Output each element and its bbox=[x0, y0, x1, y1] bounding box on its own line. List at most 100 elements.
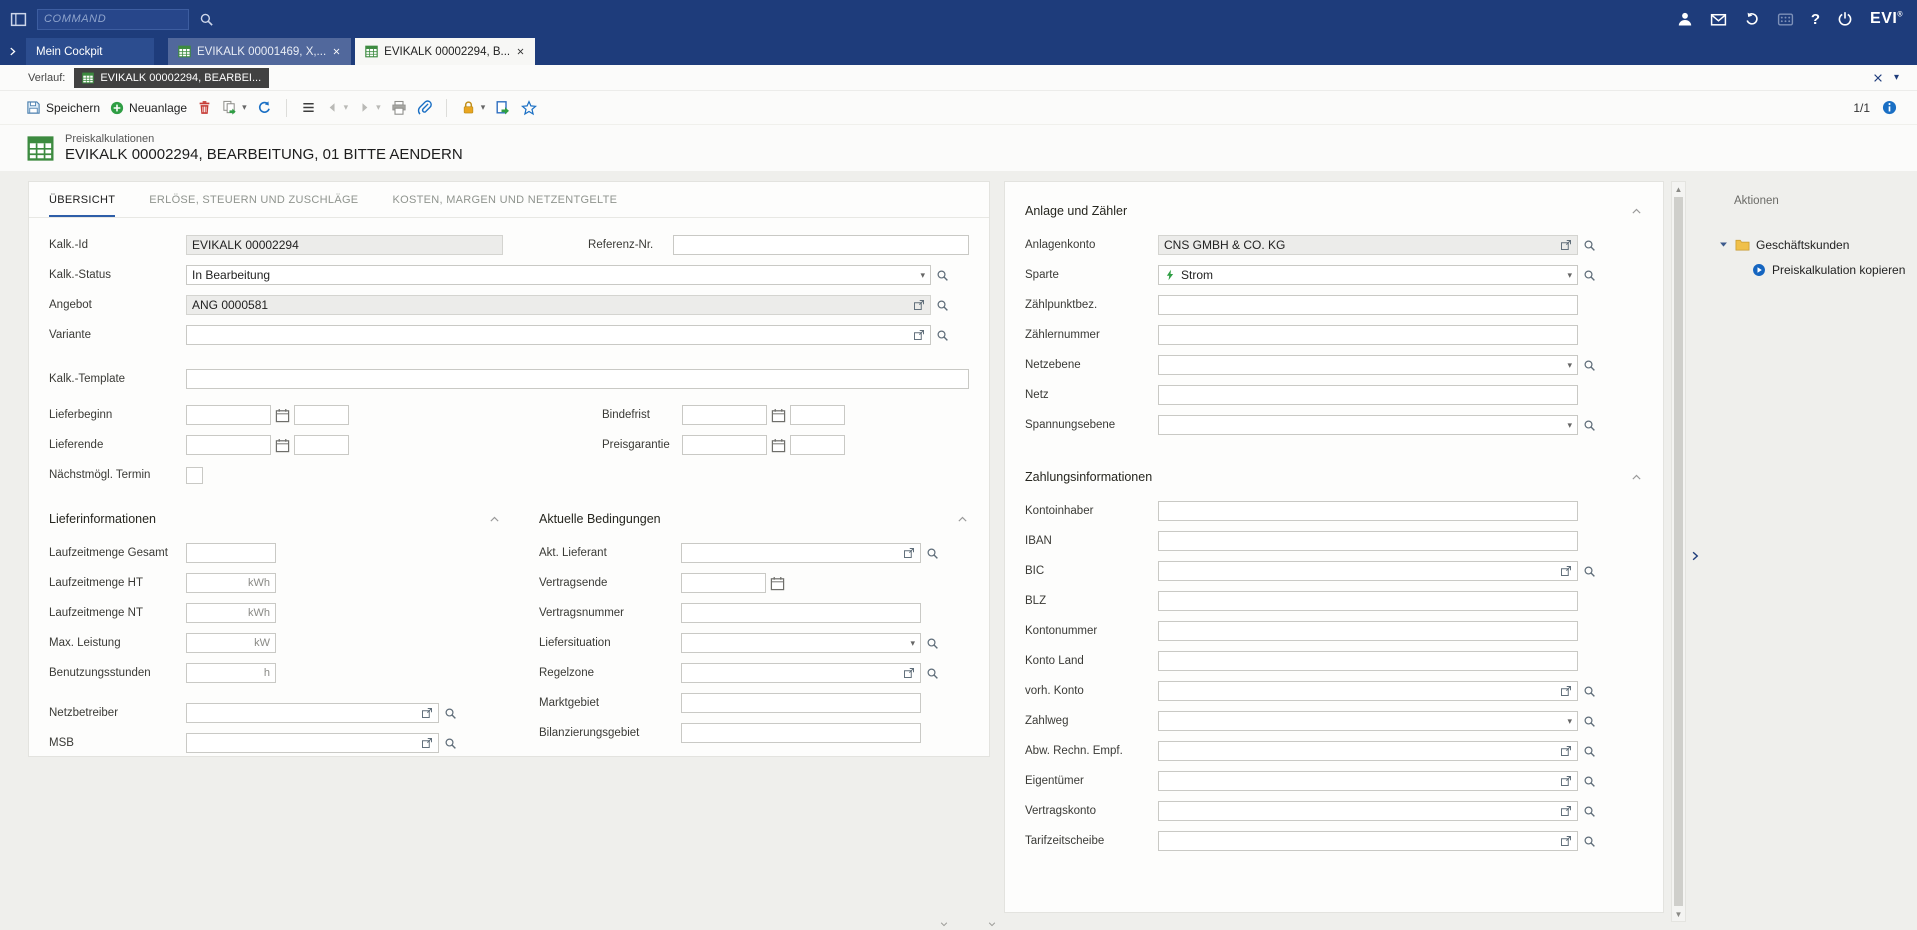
lieferende-date-input[interactable] bbox=[186, 435, 271, 455]
navigate-forward-button[interactable]: ▾ bbox=[358, 101, 381, 114]
bilanzierungsgebiet-input[interactable] bbox=[681, 723, 921, 743]
navigate-back-button[interactable]: ▾ bbox=[326, 101, 349, 114]
benutzungsstunden-input[interactable]: h bbox=[186, 663, 276, 683]
tab-evikalk-00002294[interactable]: EVIKALK 00002294, B... bbox=[355, 38, 535, 65]
konto-land-input[interactable] bbox=[1158, 651, 1578, 671]
back-dropdown-caret-icon[interactable]: ▾ bbox=[344, 103, 349, 112]
print-icon[interactable] bbox=[391, 100, 407, 116]
vertragsende-date-input[interactable] bbox=[681, 573, 766, 593]
lock-dropdown-caret-icon[interactable]: ▾ bbox=[481, 103, 486, 112]
forward-dropdown-caret-icon[interactable]: ▾ bbox=[376, 103, 381, 112]
collapse-chevron-icon[interactable] bbox=[1630, 205, 1643, 218]
history-dropdown-caret-icon[interactable]: ▾ bbox=[1894, 72, 1899, 83]
bindefrist-time-input[interactable] bbox=[790, 405, 845, 425]
tree-node-geschaeftskunden[interactable]: Geschäftskunden bbox=[1718, 237, 1911, 252]
open-link-icon[interactable] bbox=[1560, 745, 1572, 757]
search-icon[interactable] bbox=[1583, 565, 1596, 578]
scroll-down-arrow[interactable]: ▼ bbox=[1672, 907, 1685, 921]
netz-input[interactable] bbox=[1158, 385, 1578, 405]
liefersituation-dropdown[interactable]: ▾ bbox=[681, 633, 921, 653]
open-link-icon[interactable] bbox=[1560, 835, 1572, 847]
redo-icon[interactable] bbox=[1744, 11, 1760, 27]
referenz-nr-input[interactable] bbox=[673, 235, 969, 255]
netzbetreiber-field[interactable] bbox=[186, 703, 439, 723]
help-icon[interactable]: ? bbox=[1811, 11, 1820, 28]
max-leistung-input[interactable]: kW bbox=[186, 633, 276, 653]
tab-evikalk-00001469[interactable]: EVIKALK 00001469, X,... bbox=[168, 38, 351, 65]
calendar-icon[interactable] bbox=[770, 576, 785, 591]
info-icon[interactable] bbox=[1882, 100, 1897, 115]
search-icon[interactable] bbox=[936, 269, 949, 282]
open-link-icon[interactable] bbox=[913, 329, 925, 341]
calendar-icon[interactable] bbox=[275, 408, 290, 423]
laufzeitmenge-gesamt-input[interactable] bbox=[186, 543, 276, 563]
kalk-status-dropdown[interactable]: In Bearbeitung ▾ bbox=[186, 265, 931, 285]
calendar-icon[interactable] bbox=[275, 438, 290, 453]
command-search-box[interactable] bbox=[37, 9, 189, 30]
open-link-icon[interactable] bbox=[1560, 239, 1572, 251]
copy-button[interactable]: ▾ bbox=[222, 100, 247, 115]
search-icon[interactable] bbox=[1583, 805, 1596, 818]
dropdown-caret-icon[interactable]: ▾ bbox=[1567, 361, 1572, 370]
search-icon[interactable] bbox=[1583, 359, 1596, 372]
search-icon[interactable] bbox=[926, 637, 939, 650]
open-link-icon[interactable] bbox=[1560, 565, 1572, 577]
kontoinhaber-input[interactable] bbox=[1158, 501, 1578, 521]
copy-dropdown-caret-icon[interactable]: ▾ bbox=[242, 103, 247, 112]
collapse-chevron-icon[interactable] bbox=[956, 513, 969, 526]
vertragskonto-field[interactable] bbox=[1158, 801, 1578, 821]
scroll-up-arrow[interactable]: ▲ bbox=[1672, 182, 1685, 196]
msb-field[interactable] bbox=[186, 733, 439, 753]
close-icon[interactable] bbox=[1872, 72, 1884, 84]
search-icon[interactable] bbox=[1583, 715, 1596, 728]
open-link-icon[interactable] bbox=[421, 737, 433, 749]
history-chip[interactable]: EVIKALK 00002294, BEARBEI... bbox=[74, 68, 269, 88]
collapse-chevron-icon[interactable] bbox=[1630, 471, 1643, 484]
zahlweg-dropdown[interactable]: ▾ bbox=[1158, 711, 1578, 731]
dropdown-caret-icon[interactable]: ▾ bbox=[910, 639, 915, 648]
power-icon[interactable] bbox=[1837, 11, 1853, 27]
dropdown-caret-icon[interactable]: ▾ bbox=[920, 271, 925, 280]
command-input[interactable] bbox=[44, 13, 182, 25]
eigentuemer-field[interactable] bbox=[1158, 771, 1578, 791]
tab-kosten-margen-netzentgelte[interactable]: KOSTEN, MARGEN UND NETZENTGELTE bbox=[392, 182, 617, 217]
search-icon[interactable] bbox=[1583, 239, 1596, 252]
save-button[interactable]: Speichern bbox=[26, 100, 100, 115]
marktgebiet-input[interactable] bbox=[681, 693, 921, 713]
search-icon[interactable] bbox=[1583, 745, 1596, 758]
open-link-icon[interactable] bbox=[913, 299, 925, 311]
inbox-icon[interactable] bbox=[1710, 11, 1727, 28]
open-link-icon[interactable] bbox=[1560, 685, 1572, 697]
open-link-icon[interactable] bbox=[903, 547, 915, 559]
lieferbeginn-date-input[interactable] bbox=[186, 405, 271, 425]
search-icon[interactable] bbox=[936, 329, 949, 342]
search-icon[interactable] bbox=[444, 737, 457, 750]
search-icon[interactable] bbox=[1583, 269, 1596, 282]
search-icon[interactable] bbox=[1583, 419, 1596, 432]
search-icon[interactable] bbox=[1583, 835, 1596, 848]
scroll-hint-chevron-icon[interactable] bbox=[938, 919, 950, 929]
search-icon[interactable] bbox=[1583, 685, 1596, 698]
vertical-scrollbar[interactable]: ▲ ▼ bbox=[1671, 181, 1686, 922]
collapse-chevron-icon[interactable] bbox=[488, 513, 501, 526]
favorite-star-icon[interactable] bbox=[521, 100, 537, 116]
tree-expand-triangle-icon[interactable] bbox=[1718, 239, 1729, 250]
vorh-konto-field[interactable] bbox=[1158, 681, 1578, 701]
akt-lieferant-field[interactable] bbox=[681, 543, 921, 563]
close-tab-icon[interactable] bbox=[332, 47, 341, 56]
keypad-icon[interactable] bbox=[1777, 11, 1794, 28]
abw-rechn-empf-field[interactable] bbox=[1158, 741, 1578, 761]
user-icon[interactable] bbox=[1677, 11, 1693, 27]
calendar-icon[interactable] bbox=[771, 438, 786, 453]
scrollbar-thumb[interactable] bbox=[1674, 197, 1683, 906]
close-tab-icon[interactable] bbox=[516, 47, 525, 56]
lieferende-time-input[interactable] bbox=[294, 435, 349, 455]
actions-panel-expand-chevron[interactable] bbox=[1686, 181, 1704, 930]
new-record-button[interactable]: Neuanlage bbox=[110, 101, 187, 115]
preisgarantie-time-input[interactable] bbox=[790, 435, 845, 455]
lock-button[interactable]: ▾ bbox=[461, 100, 486, 115]
dropdown-caret-icon[interactable]: ▾ bbox=[1567, 717, 1572, 726]
blz-input[interactable] bbox=[1158, 591, 1578, 611]
sparte-dropdown[interactable]: Strom ▾ bbox=[1158, 265, 1578, 285]
open-link-icon[interactable] bbox=[1560, 805, 1572, 817]
